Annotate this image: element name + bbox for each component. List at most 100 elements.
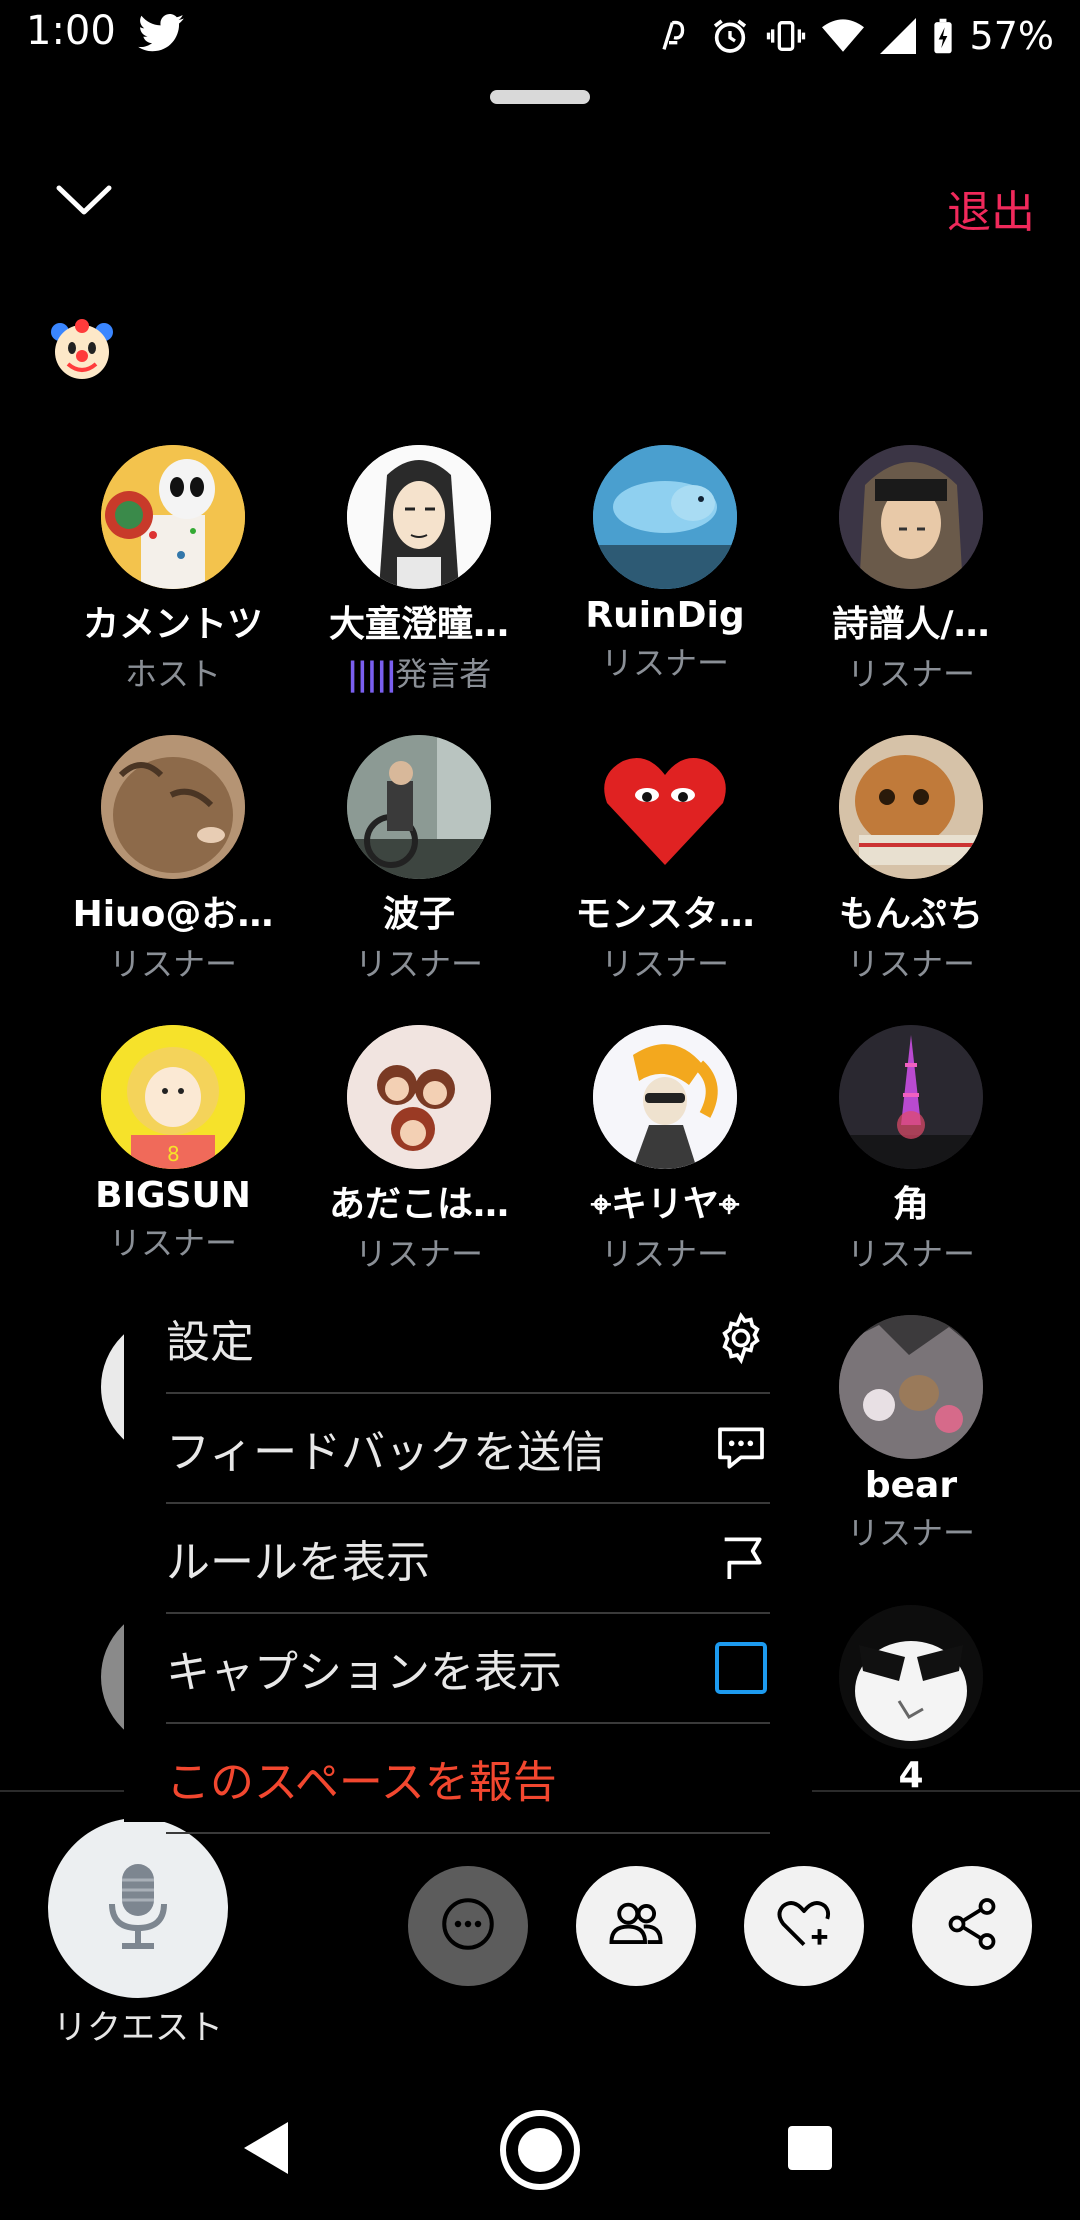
status-icons: 57%: [654, 8, 1054, 64]
recents-icon[interactable]: [788, 2126, 832, 2170]
participant-name: 詩譜人/…: [832, 604, 990, 645]
avatar: [347, 1025, 491, 1169]
request-label: リクエスト: [53, 2008, 223, 2048]
avatar: [839, 1605, 983, 1749]
avatar: [839, 735, 983, 879]
request-mic-button[interactable]: [48, 1818, 228, 1998]
back-icon[interactable]: [240, 2120, 292, 2180]
battery-percent: 57%: [969, 14, 1054, 58]
participant-role: |||||発言者: [296, 649, 542, 695]
system-nav-bar: [0, 2100, 1080, 2220]
avatar: [839, 445, 983, 589]
avatar: [593, 1025, 737, 1169]
vibrate-icon: [766, 16, 806, 56]
exit-button[interactable]: 退出: [947, 176, 1035, 240]
participant-tile[interactable]: もんぷち リスナー: [788, 735, 1034, 985]
participant-name: モンスタ…: [575, 894, 755, 935]
participant-name: BIGSUN: [95, 1175, 251, 1216]
svg-text:8: 8: [167, 1142, 180, 1166]
status-bar: 1:00 57%: [0, 0, 1080, 72]
menu-item-captions[interactable]: キャプションを表示: [166, 1614, 770, 1724]
alarm-icon: [710, 16, 750, 56]
battery-icon: [932, 17, 954, 55]
menu-item-label: フィードバックを送信: [166, 1427, 606, 1478]
react-button[interactable]: [744, 1866, 864, 1986]
participant-role: リスナー: [108, 1224, 237, 1262]
people-icon: [605, 1893, 667, 1959]
menu-item-rules[interactable]: ルールを表示: [166, 1504, 770, 1614]
menu-item-label: このスペースを報告: [166, 1757, 557, 1808]
participant-tile[interactable]: bear リスナー: [788, 1315, 1034, 1554]
avatar: [101, 445, 245, 589]
participant-name: 角: [892, 1184, 929, 1225]
participant-name: 波子: [382, 894, 455, 935]
share-icon: [942, 1894, 1002, 1958]
participant-tile[interactable]: 波子 リスナー: [296, 735, 542, 985]
participant-role: リスナー: [846, 1514, 975, 1552]
avatar: [101, 735, 245, 879]
participant-name: RuinDig: [585, 595, 745, 636]
microphone-icon: [106, 1860, 170, 1956]
overflow-menu: 設定 フィードバックを送信 ルールを表示 キャプションを表示 このスペースを報告: [124, 1284, 812, 1834]
participant-name: カメントツ: [82, 604, 263, 645]
avatar: [347, 445, 491, 589]
more-options-button[interactable]: [408, 1866, 528, 1986]
participant-name: Hiuo@お…: [72, 894, 274, 935]
participant-tile[interactable]: 4: [788, 1605, 1034, 1796]
participant-role: リスナー: [846, 655, 975, 693]
participant-tile[interactable]: Hiuo@お… リスナー: [50, 735, 296, 985]
participant-name: ⌖キリヤ⌖: [590, 1184, 740, 1225]
participant-tile[interactable]: 8 BIGSUN リスナー: [50, 1025, 296, 1264]
home-icon[interactable]: [498, 2108, 582, 2196]
collapse-chevron-icon[interactable]: [55, 182, 113, 222]
menu-item-label: キャプションを表示: [166, 1647, 562, 1698]
participant-name: もんぷち: [838, 894, 984, 935]
avatar: 8: [101, 1025, 245, 1169]
captions-checkbox[interactable]: [712, 1639, 770, 1697]
participant-name: 大童澄瞳…: [328, 604, 509, 645]
participant-role: リスナー: [846, 945, 975, 983]
participants-button[interactable]: [576, 1866, 696, 1986]
status-time: 1:00: [26, 8, 116, 54]
message-icon: [712, 1419, 770, 1477]
participant-role: リスナー: [108, 945, 237, 983]
participant-tile[interactable]: モンスタ… リスナー: [542, 735, 788, 985]
signal-icon: [879, 18, 916, 54]
menu-item-settings[interactable]: 設定: [166, 1284, 770, 1394]
participant-role: リスナー: [846, 1235, 975, 1273]
gear-icon: [712, 1309, 770, 1367]
participant-tile[interactable]: RuinDig リスナー: [542, 445, 788, 684]
participant-role-label: 発言者: [395, 655, 492, 693]
participant-role: リスナー: [600, 1235, 729, 1273]
avatar: [593, 735, 737, 879]
participant-role: リスナー: [354, 1235, 483, 1273]
flag-icon: [712, 1529, 770, 1587]
speaking-bars-icon: |||||: [346, 655, 397, 693]
twitter-bird-icon: [138, 14, 184, 56]
participant-name: あだこは…: [328, 1184, 509, 1225]
menu-item-label: ルールを表示: [166, 1537, 430, 1588]
clown-face-icon: [50, 318, 114, 386]
sheet-grabber[interactable]: [490, 90, 590, 104]
avatar: [839, 1025, 983, 1169]
participant-tile[interactable]: 詩譜人/… リスナー: [788, 445, 1034, 695]
participant-name: bear: [864, 1465, 958, 1506]
participant-tile[interactable]: 大童澄瞳… |||||発言者: [296, 445, 542, 695]
menu-item-feedback[interactable]: フィードバックを送信: [166, 1394, 770, 1504]
nfc-icon: [654, 16, 694, 56]
participant-tile[interactable]: ⌖キリヤ⌖ リスナー: [542, 1025, 788, 1275]
avatar: [593, 445, 737, 589]
participant-role: リスナー: [600, 945, 729, 983]
participant-role: リスナー: [600, 644, 729, 682]
avatar: [347, 735, 491, 879]
participant-role: リスナー: [354, 945, 483, 983]
menu-item-label: 設定: [166, 1317, 254, 1368]
menu-item-report[interactable]: このスペースを報告: [166, 1724, 770, 1834]
participant-tile[interactable]: あだこは… リスナー: [296, 1025, 542, 1275]
participant-tile[interactable]: 角 リスナー: [788, 1025, 1034, 1275]
share-button[interactable]: [912, 1866, 1032, 1986]
participant-tile[interactable]: カメントツ ホスト: [50, 445, 296, 695]
wifi-icon: [821, 18, 864, 54]
participant-role: ホスト: [124, 655, 221, 693]
heart-plus-icon: [773, 1893, 835, 1959]
